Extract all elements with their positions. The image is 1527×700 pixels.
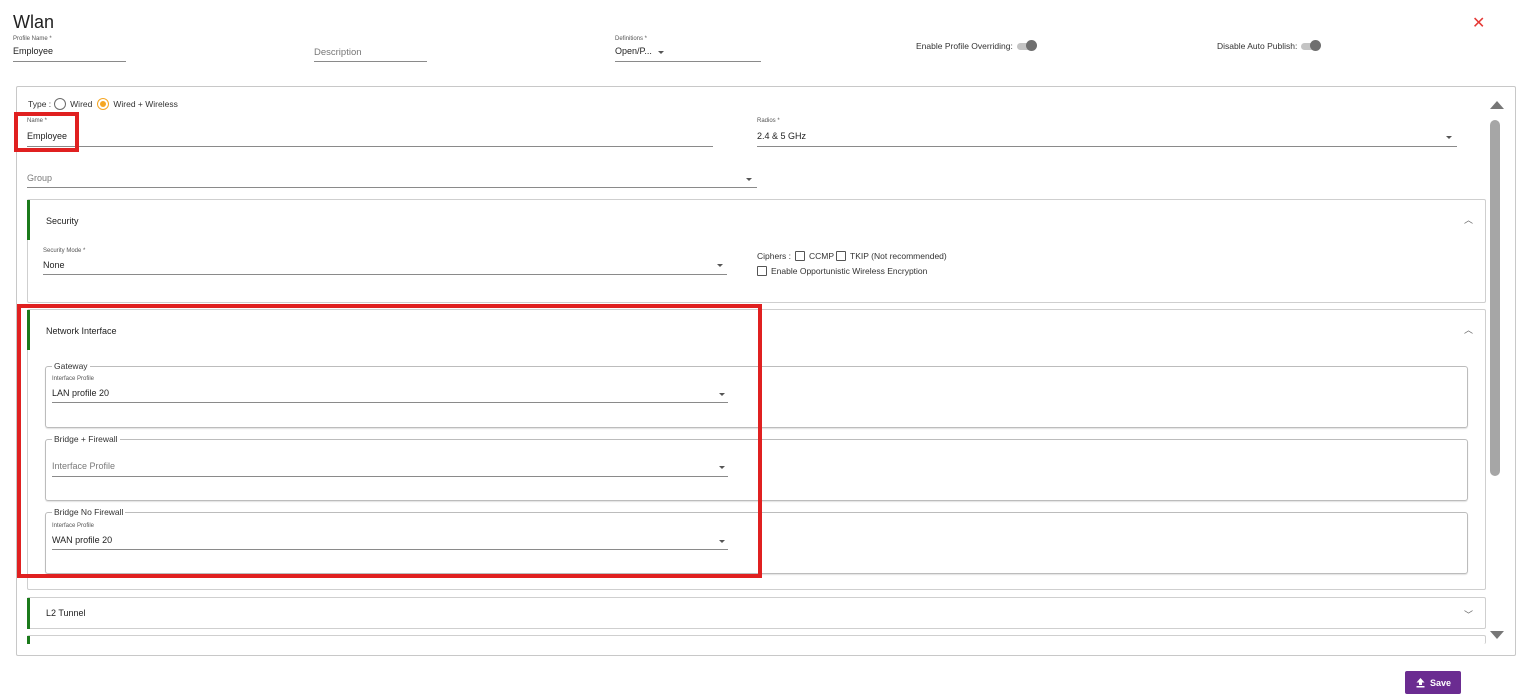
save-label: Save xyxy=(1429,677,1452,688)
scroll-up-icon[interactable] xyxy=(1490,101,1504,109)
section-accent-bar xyxy=(27,636,30,644)
section-accent-bar xyxy=(27,598,30,629)
profile-name-label: Profile Name * xyxy=(13,36,52,42)
definitions-select[interactable]: Definitions * Open/P... xyxy=(615,36,761,62)
definitions-label: Definitions * xyxy=(615,36,648,42)
l2-tunnel-section-title: L2 Tunnel xyxy=(46,608,86,618)
radio-wired-wireless[interactable] xyxy=(97,98,110,110)
description-field[interactable]: Description xyxy=(314,36,427,62)
security-mode-select[interactable]: Security Mode * None xyxy=(43,248,727,275)
scroll-down-icon[interactable] xyxy=(1490,631,1504,639)
radio-wired[interactable] xyxy=(54,98,67,110)
dropdown-arrow-icon xyxy=(717,264,723,267)
dropdown-arrow-icon xyxy=(1446,136,1452,139)
security-mode-value: None xyxy=(43,260,65,270)
scrollbar[interactable] xyxy=(1487,96,1505,644)
owe-label: Enable Opportunistic Wireless Encryption xyxy=(771,266,928,276)
enable-profile-overriding-toggle[interactable] xyxy=(1015,40,1037,51)
enable-profile-overriding-label: Enable Profile Overriding: xyxy=(916,40,1013,51)
chevron-down-icon[interactable]: ﹀ xyxy=(1464,608,1473,621)
profile-name-value: Employee xyxy=(13,46,54,56)
ciphers-row: Ciphers : CCMP TKIP (Not recommended) xyxy=(757,251,947,261)
chevron-up-icon[interactable]: ︿ xyxy=(1464,323,1473,336)
enable-profile-overriding: Enable Profile Overriding: xyxy=(916,40,1037,51)
security-mode-label: Security Mode * xyxy=(43,248,86,254)
definitions-value: Open/P... xyxy=(615,46,652,56)
upload-icon xyxy=(1415,677,1426,688)
radios-label: Radios * xyxy=(757,118,780,124)
owe-checkbox[interactable] xyxy=(757,266,767,276)
radio-wired-wireless-label: Wired + Wireless xyxy=(113,99,178,109)
type-radio-group: Type : Wired Wired + Wireless xyxy=(28,98,178,110)
disable-auto-publish-label: Disable Auto Publish: xyxy=(1217,40,1298,51)
description-placeholder: Description xyxy=(314,47,362,58)
section-accent-bar xyxy=(27,200,30,240)
tkip-label: TKIP (Not recommended) xyxy=(850,251,947,261)
ccmp-checkbox[interactable] xyxy=(795,251,806,261)
highlight-network-interface xyxy=(17,304,762,578)
radios-value: 2.4 & 5 GHz xyxy=(757,131,807,141)
close-icon[interactable]: ✕ xyxy=(1472,16,1485,32)
ccmp-label: CCMP xyxy=(809,251,835,261)
radios-select[interactable]: Radios * 2.4 & 5 GHz xyxy=(757,118,1457,147)
highlight-name-field xyxy=(14,112,79,152)
disable-auto-publish-toggle[interactable] xyxy=(1299,40,1322,51)
save-button[interactable]: Save xyxy=(1405,671,1461,694)
owe-row: Enable Opportunistic Wireless Encryption xyxy=(753,266,927,276)
dropdown-arrow-icon xyxy=(658,51,664,54)
chevron-up-icon[interactable]: ︿ xyxy=(1464,213,1473,226)
scroll-thumb[interactable] xyxy=(1490,120,1500,476)
group-placeholder: Group xyxy=(27,173,53,183)
ciphers-label: Ciphers : xyxy=(757,251,792,261)
next-section-partial xyxy=(27,635,1486,644)
radio-wired-label: Wired xyxy=(70,99,93,109)
name-field[interactable]: Name * Employee xyxy=(27,118,713,147)
dropdown-arrow-icon xyxy=(746,178,752,181)
disable-auto-publish: Disable Auto Publish: xyxy=(1217,40,1322,51)
tkip-checkbox[interactable] xyxy=(836,251,847,261)
type-label: Type : xyxy=(28,99,52,109)
l2-tunnel-section[interactable]: L2 Tunnel ﹀ xyxy=(27,597,1486,629)
profile-name-field[interactable]: Profile Name * Employee xyxy=(13,36,126,62)
security-section-title: Security xyxy=(46,216,79,226)
page-title: Wlan xyxy=(13,12,55,32)
group-select[interactable]: Group xyxy=(27,166,757,188)
